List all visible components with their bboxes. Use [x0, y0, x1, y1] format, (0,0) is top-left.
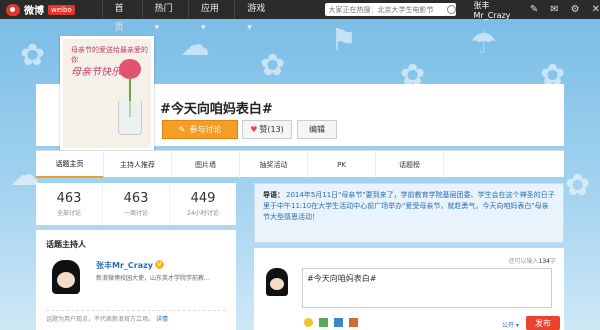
intro-lead: 导语：: [263, 191, 284, 199]
search-icon[interactable]: [446, 5, 456, 14]
details-link[interactable]: 详情: [156, 316, 168, 323]
char-counter-suffix: 字: [549, 258, 556, 265]
like-button[interactable]: ♥ 赞(13): [242, 120, 292, 139]
tab-lottery[interactable]: 抽奖活动: [240, 151, 308, 178]
user-name-link[interactable]: 张丰Mr_Crazy: [474, 0, 518, 20]
cover-caption-large: 母亲节快乐: [71, 67, 121, 78]
edit-pencil-icon: ✎: [178, 125, 186, 134]
stat-24h-label: 24小时讨论: [187, 210, 219, 217]
stat-all-number: 463: [56, 191, 82, 206]
char-counter-prefix: 还可以输入: [508, 258, 539, 265]
video-icon[interactable]: [334, 318, 343, 327]
topic-cover-image: 母亲节的爱送给最亲爱的你 母亲节快乐: [60, 36, 154, 151]
stat-week[interactable]: 463 一周讨论: [103, 183, 170, 225]
nav-home[interactable]: 首页: [101, 0, 142, 33]
glass-vase-icon: [118, 101, 142, 135]
verified-badge-icon: V: [155, 260, 164, 269]
weibo-eye-icon: [6, 3, 20, 16]
tab-topic-home[interactable]: 话题主页: [36, 151, 104, 178]
char-counter-number: 134: [538, 258, 550, 265]
topic-icon[interactable]: [349, 318, 358, 327]
like-icon: ♥: [250, 125, 258, 134]
logo-text: 微博: [24, 6, 44, 17]
nav-games[interactable]: 游戏 ▾: [234, 0, 280, 33]
publish-button[interactable]: 发布: [526, 316, 560, 330]
avatar[interactable]: [52, 260, 80, 294]
host-panel-title: 话题主持人: [46, 240, 86, 249]
avatar[interactable]: [266, 268, 288, 296]
topic-intro: 导语： 2014年5月11日"母亲节"要到来了，学前教育学院基层团委、学生会在这个…: [254, 183, 564, 243]
weibo-logo[interactable]: 微博 weibo: [0, 2, 102, 17]
tab-photo-wall[interactable]: 图片墙: [172, 151, 240, 178]
visibility-select[interactable]: 公开 ▾: [502, 320, 519, 329]
disclaimer: 话题为用户观点，不代表新浪官方立场。 详情: [46, 314, 168, 323]
flower-icon: [119, 59, 141, 79]
topic-host-panel: 话题主持人 张丰Mr_Crazy V 新浪微博校园大使，山东英才学院学前教...…: [36, 230, 236, 330]
topic-title: #今天向咱妈表白#: [160, 102, 273, 117]
logo-badge: weibo: [48, 4, 75, 15]
host-name-link[interactable]: 张丰Mr_Crazy: [96, 260, 153, 271]
gear-icon[interactable]: ⚙: [571, 4, 580, 15]
tab-topic-rank[interactable]: 话题榜: [376, 151, 444, 178]
stat-24h[interactable]: 449 24小时讨论: [170, 183, 236, 225]
emoji-icon[interactable]: [304, 318, 313, 327]
join-discussion-button[interactable]: ✎ 参与讨论: [162, 120, 238, 139]
image-icon[interactable]: [319, 318, 328, 327]
stat-all-label: 全部讨论: [56, 210, 81, 217]
search-input[interactable]: [324, 5, 447, 14]
nav-hot[interactable]: 热门 ▾: [141, 0, 188, 33]
host-description: 新浪微博校园大使，山东英才学院学前教...: [96, 275, 210, 282]
post-textarea[interactable]: #今天向咱妈表白#: [302, 268, 552, 308]
stat-week-number: 463: [123, 191, 149, 206]
post-composer: 还可以输入134字 #今天向咱妈表白# 公开 ▾ 发布: [254, 248, 564, 330]
top-nav-bar: 微博 weibo 首页 热门 ▾ 应用 ▾ 游戏 ▾ 张丰Mr_Crazy ✎ …: [0, 0, 600, 33]
edit-icon[interactable]: ✎: [530, 4, 538, 15]
intro-text: 2014年5月11日"母亲节"要到来了，学前教育学院基层团委、学生会在这个神圣的…: [263, 191, 555, 221]
like-label: 赞(13): [259, 125, 284, 134]
mail-icon[interactable]: ✉: [550, 4, 558, 15]
search-box: [324, 3, 456, 16]
stat-all[interactable]: 463 全部讨论: [36, 183, 103, 225]
nav-apps[interactable]: 应用 ▾: [187, 0, 234, 33]
stat-week-label: 一周讨论: [123, 210, 148, 217]
divider: [46, 310, 226, 311]
cover-caption-small: 母亲节的爱送给最亲爱的你: [71, 46, 148, 64]
discussion-stats: 463 全部讨论 463 一周讨论 449 24小时讨论: [36, 183, 236, 225]
char-counter: 还可以输入134字: [509, 256, 556, 265]
composer-toolbar: [304, 318, 358, 327]
tab-pk[interactable]: PK: [308, 151, 376, 178]
stat-24h-number: 449: [190, 191, 216, 206]
join-label: 参与讨论: [189, 125, 222, 134]
topic-tabs: 话题主页 主持人推荐 图片墙 抽奖活动 PK 话题榜: [36, 150, 564, 178]
edit-button[interactable]: 编辑: [297, 120, 337, 139]
tab-host-recommend[interactable]: 主持人推荐: [104, 151, 172, 178]
disclaimer-text: 话题为用户观点，不代表新浪官方立场。: [46, 316, 155, 323]
close-icon[interactable]: ✕: [592, 4, 600, 15]
